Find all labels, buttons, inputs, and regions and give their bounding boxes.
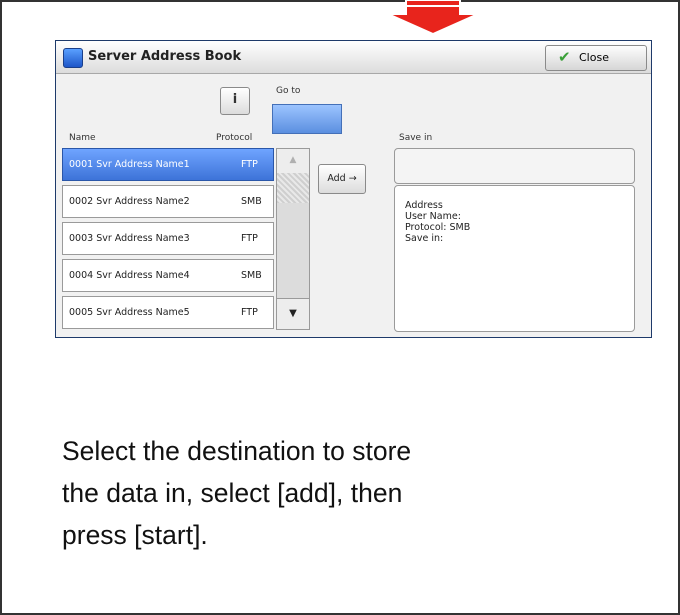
entry-name: 0003 Svr Address Name3	[69, 233, 190, 244]
scroll-thumb[interactable]	[277, 173, 309, 203]
goto-label: Go to	[276, 86, 301, 96]
entry-protocol: SMB	[241, 196, 262, 207]
address-list: 0001 Svr Address Name1 FTP 0002 Svr Addr…	[62, 148, 276, 330]
caption-line-3: press [start].	[62, 520, 208, 550]
entry-name: 0001 Svr Address Name1	[69, 159, 190, 170]
detail-address: Address	[405, 200, 443, 211]
list-item[interactable]: 0004 Svr Address Name4 SMB	[62, 259, 274, 292]
entry-protocol: FTP	[241, 159, 258, 170]
add-button[interactable]: Add →	[318, 164, 366, 194]
close-button-label: Close	[579, 51, 609, 64]
entry-name: 0002 Svr Address Name2	[69, 196, 190, 207]
detail-save-in: Save in:	[405, 233, 444, 244]
detail-protocol: Protocol: SMB	[405, 222, 471, 233]
scroll-down-icon[interactable]: ▼	[277, 298, 309, 329]
list-item[interactable]: 0001 Svr Address Name1 FTP	[62, 148, 274, 181]
entry-name: 0004 Svr Address Name4	[69, 270, 190, 281]
caption-line-2: the data in, select [add], then	[62, 478, 403, 508]
caption-line-1: Select the destination to store	[62, 436, 412, 466]
down-arrow-icon	[388, 0, 478, 34]
list-scrollbar[interactable]: ▲ ▼	[276, 148, 310, 330]
info-button[interactable]: i	[220, 87, 250, 115]
server-address-book-window: Server Address Book ✔ Close i Go to Name…	[55, 40, 652, 338]
address-book-icon	[63, 48, 83, 68]
entry-protocol: FTP	[241, 307, 258, 318]
detail-user-name: User Name:	[405, 211, 461, 222]
save-in-header: Save in	[399, 133, 433, 143]
save-in-field[interactable]	[394, 148, 635, 184]
name-column-header: Name	[69, 133, 96, 143]
close-button[interactable]: ✔ Close	[545, 45, 647, 71]
destination-details: Address User Name: Protocol: SMB Save in…	[394, 185, 635, 332]
checkmark-icon: ✔	[558, 48, 571, 66]
protocol-column-header: Protocol	[216, 133, 253, 143]
list-item[interactable]: 0003 Svr Address Name3 FTP	[62, 222, 274, 255]
entry-name: 0005 Svr Address Name5	[69, 307, 190, 318]
list-item[interactable]: 0002 Svr Address Name2 SMB	[62, 185, 274, 218]
list-item[interactable]: 0005 Svr Address Name5 FTP	[62, 296, 274, 329]
entry-protocol: SMB	[241, 270, 262, 281]
window-title: Server Address Book	[88, 49, 242, 64]
scroll-up-icon[interactable]: ▲	[277, 149, 309, 173]
goto-input[interactable]	[272, 104, 342, 134]
title-bar: Server Address Book ✔ Close	[56, 41, 651, 74]
entry-protocol: FTP	[241, 233, 258, 244]
